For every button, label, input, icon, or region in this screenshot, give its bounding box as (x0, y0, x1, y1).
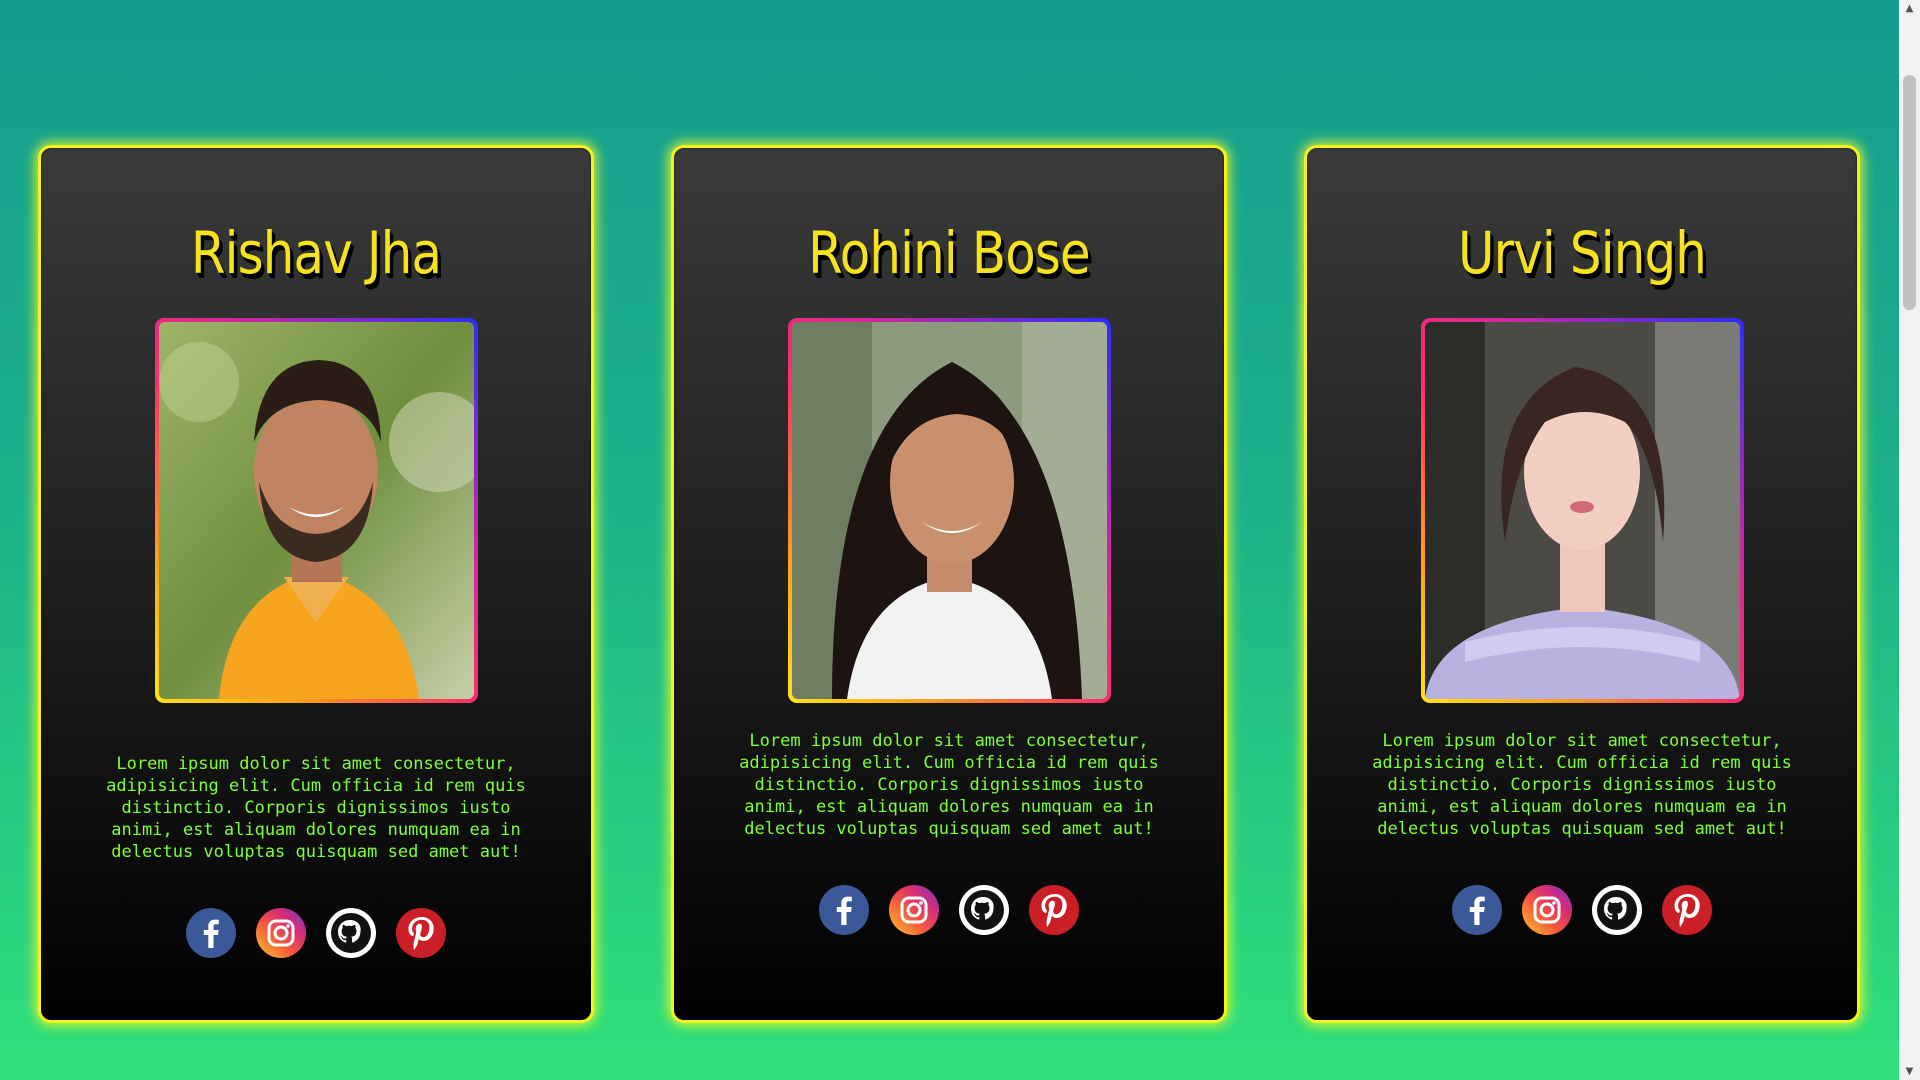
profile-name: Rohini Bose (808, 219, 1091, 287)
profile-card-rishav: Rishav Jha Lorem ipsum dolor sit amet co… (38, 145, 594, 1023)
social-links (674, 885, 1224, 935)
instagram-icon[interactable] (1522, 885, 1572, 935)
pinterest-icon[interactable] (396, 908, 446, 958)
vertical-scrollbar[interactable]: ▲ ▼ (1899, 0, 1920, 1080)
github-icon[interactable] (1592, 885, 1642, 935)
profile-photo-frame (155, 318, 478, 703)
profile-photo-frame (788, 318, 1111, 703)
profile-bio: Lorem ipsum dolor sit amet consectetur, … (1372, 731, 1792, 839)
social-links (1307, 885, 1857, 935)
scroll-down-arrow-icon[interactable]: ▼ (1899, 1063, 1920, 1080)
pinterest-icon[interactable] (1662, 885, 1712, 935)
scrollbar-thumb[interactable] (1903, 75, 1916, 310)
profile-name: Rishav Jha (190, 219, 442, 287)
profile-photo-frame (1421, 318, 1744, 703)
profile-card-rohini: Rohini Bose Lorem ipsum dolor sit amet c… (671, 145, 1227, 1023)
github-icon[interactable] (959, 885, 1009, 935)
social-links (41, 908, 591, 958)
profile-bio: Lorem ipsum dolor sit amet consectetur, … (739, 731, 1159, 839)
github-icon[interactable] (326, 908, 376, 958)
instagram-icon[interactable] (256, 908, 306, 958)
instagram-icon[interactable] (889, 885, 939, 935)
profile-photo (159, 322, 474, 699)
facebook-icon[interactable] (186, 908, 236, 958)
profile-bio: Lorem ipsum dolor sit amet consectetur, … (106, 754, 526, 862)
page-background: Rishav Jha Lorem ipsum dolor sit amet co… (0, 0, 1899, 1080)
profile-photo (1425, 322, 1740, 699)
profile-photo (792, 322, 1107, 699)
facebook-icon[interactable] (819, 885, 869, 935)
profile-name: Urvi Singh (1457, 219, 1707, 287)
pinterest-icon[interactable] (1029, 885, 1079, 935)
facebook-icon[interactable] (1452, 885, 1502, 935)
profile-card-urvi: Urvi Singh Lorem ipsum dolor sit amet co… (1304, 145, 1860, 1023)
scroll-up-arrow-icon[interactable]: ▲ (1899, 0, 1920, 17)
